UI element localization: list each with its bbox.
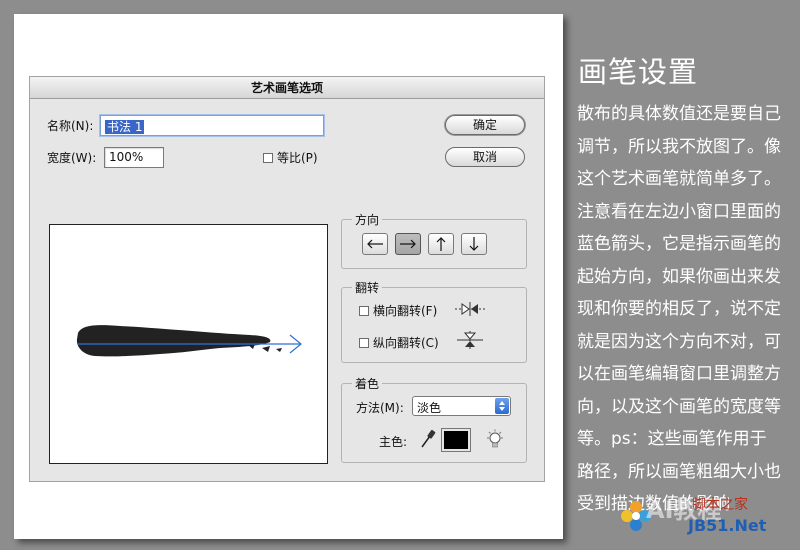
dialog-title: 艺术画笔选项 xyxy=(30,77,544,99)
checkbox-box xyxy=(263,153,273,163)
arrow-left-icon xyxy=(367,239,383,249)
brush-preview xyxy=(49,224,328,464)
flip-horizontal-icon xyxy=(455,302,485,316)
method-label: 方法(M): xyxy=(356,401,404,415)
flip-vertical-icon xyxy=(457,331,483,349)
proportional-checkbox[interactable]: 等比(P) xyxy=(263,149,318,166)
flip-horizontal-checkbox[interactable]: 横向翻转(F) xyxy=(359,302,437,319)
colorization-legend: 着色 xyxy=(352,375,383,392)
colorization-group: 着色 方法(M): 淡色 主色: xyxy=(341,375,527,463)
flip-vertical-label: 纵向翻转(C) xyxy=(373,336,439,350)
watermark-text-1: 脚本之家 xyxy=(692,497,748,513)
proportional-label: 等比(P) xyxy=(277,151,318,165)
chevron-updown-icon xyxy=(495,398,509,414)
name-label: 名称(N): xyxy=(47,119,94,133)
flip-horizontal-label: 横向翻转(F) xyxy=(373,304,438,318)
name-value: 书法 1 xyxy=(105,120,145,134)
direction-group: 方向 xyxy=(341,211,527,269)
ok-button[interactable]: 确定 xyxy=(445,115,525,135)
flip-legend: 翻转 xyxy=(352,279,383,296)
direction-right-button[interactable] xyxy=(395,233,421,255)
direction-legend: 方向 xyxy=(352,211,383,228)
site-watermark: AI教程 脚本之家 JB51.Net xyxy=(614,486,794,544)
eyedropper-icon[interactable] xyxy=(418,428,436,450)
direction-down-button[interactable] xyxy=(461,233,487,255)
flip-group: 翻转 横向翻转(F) 纵向翻转(C) xyxy=(341,279,527,363)
direction-up-button[interactable] xyxy=(428,233,454,255)
width-label: 宽度(W): xyxy=(47,151,97,165)
panel-body-text: 散布的具体数值还是要自己调节，所以我不放图了。像这个艺术画笔就简单多了。注意看在… xyxy=(577,104,781,514)
name-field[interactable]: 书法 1 xyxy=(100,115,324,136)
direction-left-button[interactable] xyxy=(362,233,388,255)
watermark-text-2: JB51.Net xyxy=(688,516,767,535)
flip-vertical-checkbox[interactable]: 纵向翻转(C) xyxy=(359,334,439,351)
method-value: 淡色 xyxy=(417,401,442,415)
arrow-up-icon xyxy=(436,237,446,251)
checkbox-box xyxy=(359,306,369,316)
cancel-button[interactable]: 取消 xyxy=(445,147,525,167)
art-brush-options-dialog: 艺术画笔选项 名称(N): 书法 1 宽度(W): 100% 等比(P) 确定 … xyxy=(29,76,545,482)
key-color-label: 主色: xyxy=(379,435,408,449)
arrow-down-icon xyxy=(469,237,479,251)
brush-stroke-preview xyxy=(76,325,302,357)
key-color-swatch[interactable] xyxy=(441,428,471,452)
checkbox-box xyxy=(359,338,369,348)
width-field[interactable]: 100% xyxy=(104,147,164,168)
arrow-right-icon xyxy=(400,239,416,249)
method-select[interactable]: 淡色 xyxy=(412,396,511,416)
tips-lightbulb-icon[interactable] xyxy=(486,429,504,449)
panel-heading: 画笔设置 xyxy=(578,55,699,89)
